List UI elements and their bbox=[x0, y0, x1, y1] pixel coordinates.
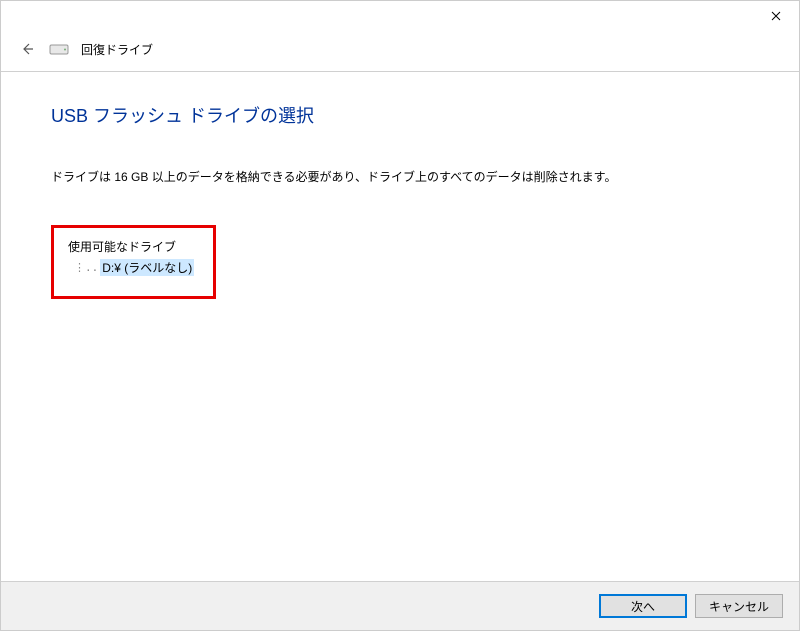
page-title: USB フラッシュ ドライブの選択 bbox=[51, 102, 749, 128]
close-icon bbox=[771, 11, 781, 21]
drive-list-item[interactable]: ⋮.. D:¥ (ラベルなし) bbox=[68, 259, 199, 276]
content-area: USB フラッシュ ドライブの選択 ドライブは 16 GB 以上のデータを格納で… bbox=[1, 72, 799, 581]
tree-connector-icon: ⋮.. bbox=[74, 261, 98, 274]
next-button[interactable]: 次へ bbox=[599, 594, 687, 618]
wizard-window: 回復ドライブ USB フラッシュ ドライブの選択 ドライブは 16 GB 以上の… bbox=[0, 0, 800, 631]
back-arrow-icon bbox=[19, 41, 35, 57]
description-text: ドライブは 16 GB 以上のデータを格納できる必要があり、ドライブ上のすべての… bbox=[51, 168, 749, 185]
header-title: 回復ドライブ bbox=[81, 41, 153, 58]
footer: 次へ キャンセル bbox=[1, 581, 799, 630]
drive-icon bbox=[49, 42, 69, 56]
titlebar bbox=[1, 1, 799, 31]
back-button[interactable] bbox=[17, 39, 37, 59]
header: 回復ドライブ bbox=[1, 31, 799, 72]
cancel-button[interactable]: キャンセル bbox=[695, 594, 783, 618]
drive-item-label: D:¥ (ラベルなし) bbox=[100, 259, 194, 276]
close-button[interactable] bbox=[753, 1, 799, 31]
drives-highlight-box: 使用可能なドライブ ⋮.. D:¥ (ラベルなし) bbox=[51, 225, 216, 299]
available-drives-label: 使用可能なドライブ bbox=[68, 238, 199, 255]
